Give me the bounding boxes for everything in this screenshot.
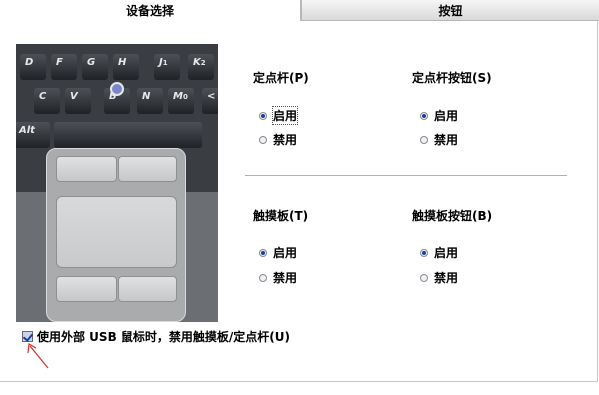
radio-selected-icon: [259, 248, 267, 257]
pointing-stick-disable-radio[interactable]: 禁用: [259, 131, 297, 148]
keyboard-key: V: [65, 88, 91, 114]
section-divider: [245, 175, 567, 176]
radio-selected-icon: [420, 111, 428, 120]
touchpad-buttons-disable-radio[interactable]: 禁用: [420, 269, 458, 286]
touchpad-surface: [56, 196, 177, 268]
touchpad-disable-radio[interactable]: 禁用: [259, 269, 297, 286]
touchpad-buttons-enable-label: 启用: [434, 246, 459, 260]
pointing-stick-right-button: [118, 156, 177, 182]
touchpad-buttons-disable-label: 禁用: [434, 271, 459, 285]
laptop-illustration: D F G H J1 K2 C V B N M0 < Alt: [16, 44, 218, 322]
keyboard-key-alt: Alt: [16, 122, 50, 148]
pointing-stick-icon: [110, 82, 124, 96]
pointing-stick-enable-label: 启用: [271, 106, 299, 125]
keyboard-key: C: [34, 88, 60, 114]
keyboard-key: <: [202, 88, 218, 114]
radio-unselected-icon: [420, 135, 428, 144]
touchpad-title: 触摸板(T): [253, 209, 309, 223]
keyboard-key: J1: [154, 54, 180, 80]
keyboard-key: K2: [188, 54, 214, 80]
touchpad-right-button: [118, 276, 177, 302]
pointing-stick-left-button: [56, 156, 117, 182]
usb-mouse-disable-checkbox[interactable]: 使用外部 USB 鼠标时，禁用触摸板/定点杆(U): [22, 328, 290, 345]
touchpad-disable-label: 禁用: [273, 271, 298, 285]
radio-unselected-icon: [259, 135, 267, 144]
radio-selected-icon: [420, 248, 428, 257]
keyboard-spacebar: [54, 122, 202, 148]
pointing-stick-enable-radio[interactable]: 启用: [259, 106, 299, 125]
keyboard-key: H: [113, 54, 139, 80]
touchpad-enable-label: 启用: [273, 246, 298, 260]
pointing-stick-buttons-disable-radio[interactable]: 禁用: [420, 131, 458, 148]
tab-device-selection-label: 设备选择: [125, 4, 174, 18]
pointing-stick-title: 定点杆(P): [253, 71, 309, 85]
usb-mouse-disable-label: 使用外部 USB 鼠标时，禁用触摸板/定点杆(U): [37, 330, 290, 344]
radio-unselected-icon: [259, 273, 267, 282]
pointing-stick-buttons-enable-radio[interactable]: 启用: [420, 107, 458, 124]
tab-buttons[interactable]: 按钮: [301, 0, 599, 21]
pointing-stick-buttons-disable-label: 禁用: [434, 133, 459, 147]
pointing-stick-disable-label: 禁用: [273, 133, 298, 147]
touchpad-enable-radio[interactable]: 启用: [259, 244, 297, 261]
radio-selected-icon: [259, 111, 267, 120]
keyboard-key: F: [51, 54, 77, 80]
annotation-arrow-icon: [27, 343, 49, 369]
touchpad-left-button: [56, 276, 117, 302]
keyboard-key: D: [20, 54, 46, 80]
tab-buttons-label: 按钮: [438, 3, 463, 18]
pointing-stick-buttons-title: 定点杆按钮(S): [412, 71, 492, 85]
radio-unselected-icon: [420, 273, 428, 282]
tab-device-selection[interactable]: 设备选择: [0, 0, 301, 21]
pointing-stick-buttons-enable-label: 启用: [434, 109, 459, 123]
tab-bar: 设备选择 按钮: [0, 0, 599, 22]
touchpad-buttons-title: 触摸板按钮(B): [412, 209, 493, 223]
keyboard-key: M0: [168, 88, 194, 114]
keyboard-key: G: [82, 54, 108, 80]
keyboard-key: N: [137, 88, 163, 114]
touchpad-buttons-enable-radio[interactable]: 启用: [420, 244, 458, 261]
